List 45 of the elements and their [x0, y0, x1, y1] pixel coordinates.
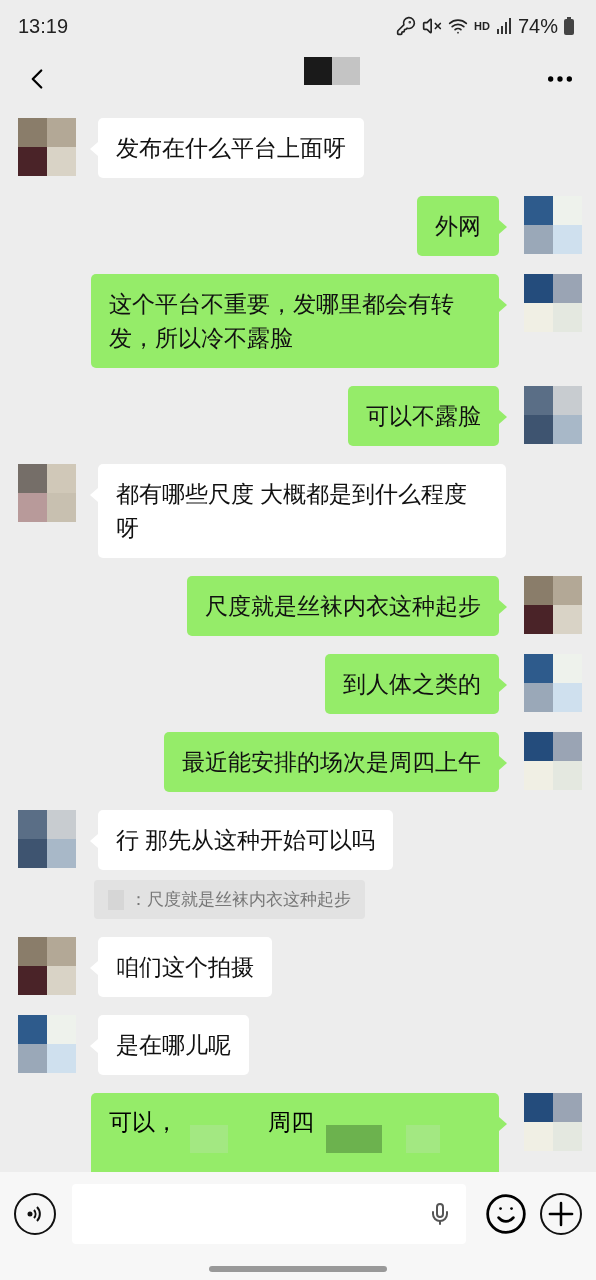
message-bubble[interactable]: 发布在什么平台上面呀	[98, 118, 364, 178]
plus-icon	[540, 1193, 582, 1235]
message-input[interactable]	[72, 1184, 466, 1244]
emoji-button[interactable]	[484, 1192, 528, 1236]
mosaic-drawing	[326, 1125, 382, 1153]
wifi-icon	[448, 16, 469, 36]
message-text: 周四	[268, 1108, 314, 1137]
message-bubble[interactable]: 可以不露脸	[348, 386, 499, 446]
message-text: 可以，	[109, 1108, 178, 1137]
voice-button[interactable]	[14, 1193, 56, 1235]
message-bubble[interactable]: 尺度就是丝袜内衣这种起步	[187, 576, 499, 636]
message-bubble[interactable]: 行 那先从这种开始可以吗	[98, 810, 394, 870]
avatar-icon[interactable]	[524, 274, 582, 332]
message-bubble[interactable]: 到人体之类的	[325, 654, 499, 714]
avatar-icon[interactable]	[524, 386, 582, 444]
add-button[interactable]	[540, 1193, 582, 1235]
key-icon	[396, 16, 417, 36]
avatar-icon[interactable]	[18, 937, 76, 995]
avatar-icon[interactable]	[524, 1093, 582, 1151]
avatar-icon[interactable]	[18, 1015, 76, 1073]
avatar-icon[interactable]	[524, 654, 582, 712]
quote-text: ：尺度就是丝袜内衣这种起步	[130, 889, 351, 911]
mosaic-drawing	[406, 1125, 440, 1153]
status-time: 13:19	[18, 14, 69, 38]
title-redaction-drawing	[304, 57, 360, 85]
avatar-icon[interactable]	[524, 732, 582, 790]
message-bubble[interactable]: 这个平台不重要，发哪里都会有转发，所以冷不露脸	[91, 274, 499, 368]
message-bubble[interactable]: 可以， 周四	[91, 1093, 499, 1172]
avatar-icon[interactable]	[524, 576, 582, 634]
message-bubble[interactable]: 最近能安排的场次是周四上午	[164, 732, 499, 792]
message-bubble[interactable]: 是在哪儿呢	[98, 1015, 249, 1075]
message-bubble[interactable]: 都有哪些尺度 大概都是到什么程度呀	[98, 464, 506, 558]
battery-icon	[564, 17, 574, 35]
smile-icon	[484, 1192, 528, 1236]
signal-icon	[495, 18, 512, 34]
network-label: HD	[474, 20, 490, 32]
avatar-icon[interactable]	[524, 196, 582, 254]
battery-percent: 74%	[517, 14, 558, 38]
message-bubble[interactable]: 外网	[417, 196, 499, 256]
mute-icon	[422, 16, 443, 36]
avatar-icon[interactable]	[18, 810, 76, 868]
mosaic-drawing	[190, 1125, 228, 1153]
message-bubble[interactable]: 咱们这个拍摄	[98, 937, 272, 997]
avatar-icon[interactable]	[18, 118, 76, 176]
quoted-message[interactable]: ：尺度就是丝袜内衣这种起步	[94, 880, 365, 919]
